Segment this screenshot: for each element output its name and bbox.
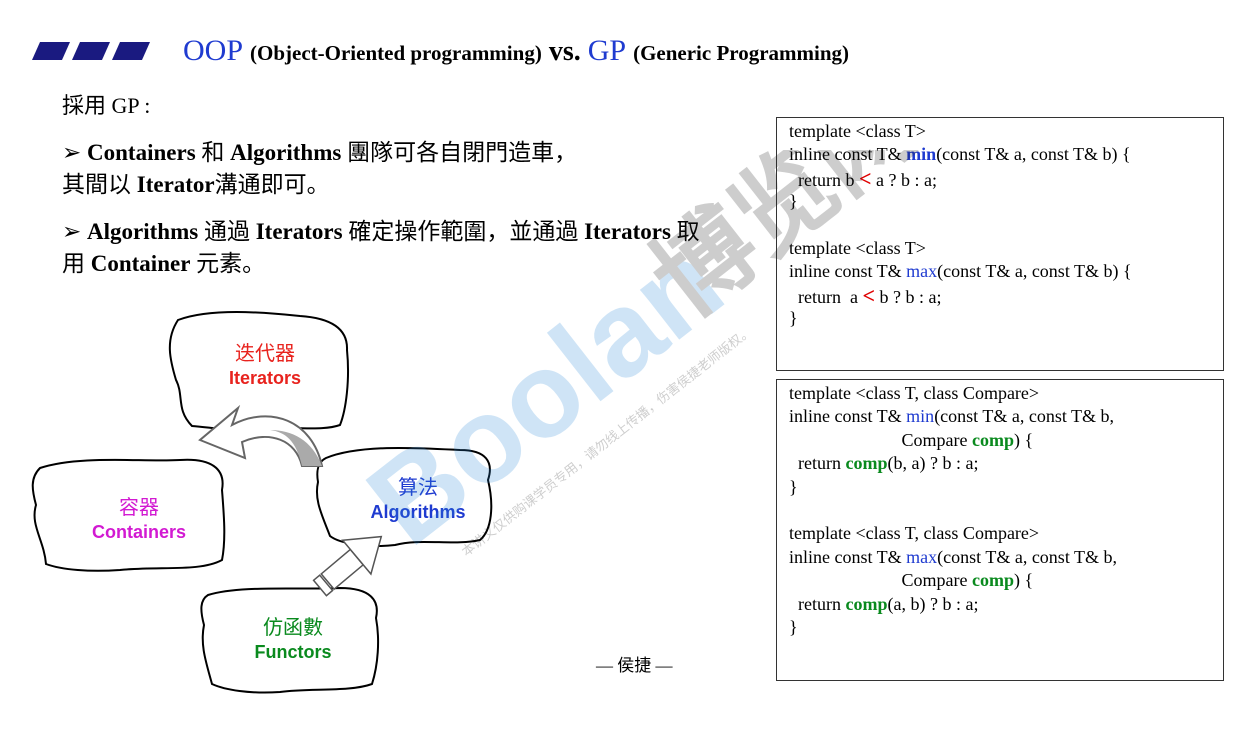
code-line: template <class T> [789, 121, 926, 141]
bullet-text: Algorithms [87, 219, 199, 244]
code-line: template <class T, class Compare> [789, 383, 1040, 403]
bullet-marker: ➢ [62, 219, 88, 244]
bullet-text: Containers [87, 140, 196, 165]
subheading: 採用 GP : [62, 93, 151, 118]
code-box-min-max-compare: template <class T, class Compare> inline… [776, 379, 1224, 681]
containers-label: 容器 Containers [91, 495, 187, 542]
code-line: return b < a ? b : a; [789, 165, 938, 191]
code-line: } [789, 308, 798, 329]
code-line: inline const T& max(const T& a, const T&… [789, 261, 1132, 282]
page-title: OOP (Object-Oriented programming) vs. GP… [183, 34, 849, 68]
bullet-text: Iterators [584, 219, 671, 244]
code-line: template <class T, class Compare> [789, 523, 1040, 544]
code-line: } [789, 191, 798, 212]
bullet-marker: ➢ [62, 140, 88, 165]
title-oop-full: (Object-Oriented programming) [250, 41, 542, 65]
bullet-text: Container [90, 251, 191, 276]
bullet-point-2: ➢ Algorithms 通過 Iterators 確定操作範圍，並通過 Ite… [62, 216, 702, 280]
code-line: inline const T& min(const T& a, const T&… [789, 144, 1131, 165]
bullet-text: 元素。 [190, 251, 266, 276]
author-credit: — 侯捷 — [596, 656, 673, 675]
code-box-min-max: template <class T> inline const T& min(c… [776, 117, 1224, 371]
bullet-text: 溝通即可。 [214, 172, 330, 197]
header-bars-icon [32, 42, 150, 60]
bullet-text: 和 [195, 140, 231, 165]
code-line: Compare comp) { [789, 570, 1034, 591]
code-line: template <class T> [789, 237, 926, 258]
bullet-text: Algorithms [230, 140, 342, 165]
bullet-text: Iterator [136, 172, 215, 197]
bullet-text: 確定操作範圍，並通過 [342, 219, 585, 244]
code-line: return a < b ? b : a; [789, 282, 942, 308]
title-oop: OOP [183, 34, 244, 67]
code-line: } [789, 476, 798, 497]
code-line: Compare comp) { [789, 429, 1034, 450]
algorithms-label: 算法 Algorithms [370, 475, 466, 522]
code-line: return comp(a, b) ? b : a; [789, 593, 979, 614]
bullet-point-1: ➢ Containers 和 Algorithms 團隊可各自閉門造車，其間以 … [62, 137, 582, 201]
title-gp: GP [587, 34, 627, 67]
functors-label: 仿函數 Functors [254, 615, 332, 662]
iterators-label: 迭代器 Iterators [228, 341, 302, 388]
bullet-text: Iterators [255, 219, 343, 244]
title-gp-full: (Generic Programming) [633, 41, 850, 65]
code-line: } [789, 616, 798, 637]
title-vs: vs. [548, 36, 581, 67]
bullet-text: 通過 [198, 219, 256, 244]
code-line: inline const T& max(const T& a, const T&… [789, 546, 1117, 567]
code-line: return comp(b, a) ? b : a; [789, 453, 979, 474]
code-line: inline const T& min(const T& a, const T&… [789, 406, 1115, 427]
